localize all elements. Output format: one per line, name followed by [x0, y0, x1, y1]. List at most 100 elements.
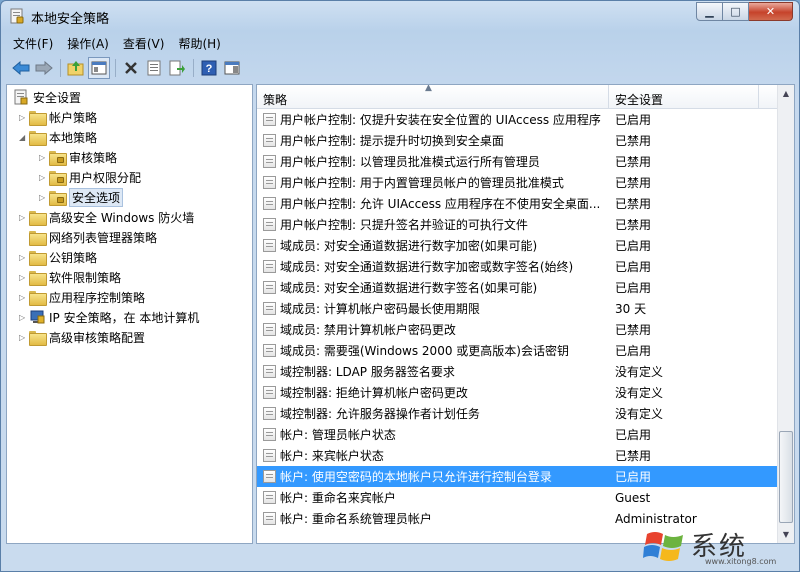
security-setting-value: 没有定义 [615, 365, 664, 379]
help-button[interactable]: ? [198, 57, 220, 79]
security-settings-icon [14, 89, 28, 105]
policy-icon [263, 512, 276, 525]
show-hide-tree-button[interactable] [88, 57, 110, 79]
tree-item-network-list-manager[interactable]: 网络列表管理器策略 [19, 227, 157, 247]
table-row[interactable]: 帐户: 使用空密码的本地帐户只允许进行控制台登录 已启用 [257, 466, 777, 487]
policy-cell: 域控制器: 允许服务器操作者计划任务 [257, 405, 609, 422]
expand-arrow-icon[interactable]: ▷ [19, 273, 29, 282]
expand-arrow-icon[interactable]: ▷ [39, 193, 49, 202]
list-header: ▲ 策略 安全设置 [257, 85, 777, 109]
security-setting-value: 已禁用 [615, 449, 652, 463]
close-button[interactable]: ✕ [749, 2, 793, 21]
menu-file[interactable]: 文件(F) [6, 33, 60, 53]
security-setting-value: 已禁用 [615, 323, 652, 337]
policy-cell: 帐户: 管理员帐户状态 [257, 426, 609, 443]
policy-cell: 帐户: 来宾帐户状态 [257, 447, 609, 464]
table-row[interactable]: 用户帐户控制: 仅提升安装在安全位置的 UIAccess 应用程序 已启用 [257, 109, 777, 130]
expand-arrow-icon[interactable]: ▷ [19, 313, 29, 322]
policy-name: 域成员: 对安全通道数据进行数字加密(如果可能) [280, 239, 538, 253]
security-setting-value: 没有定义 [615, 407, 664, 421]
menu-action[interactable]: 操作(A) [60, 33, 116, 53]
policy-icon [263, 113, 276, 126]
expand-arrow-icon[interactable]: ▷ [19, 113, 29, 122]
up-one-level-button[interactable] [65, 57, 87, 79]
tree-item-audit-policy[interactable]: ▷ 审核策略 [39, 147, 117, 167]
export-list-button[interactable] [166, 57, 188, 79]
table-row[interactable]: 域控制器: 允许服务器操作者计划任务 没有定义 [257, 403, 777, 424]
policy-cell: 用户帐户控制: 提示提升时切换到安全桌面 [257, 132, 609, 149]
security-setting-value: 已启用 [615, 470, 652, 484]
table-row[interactable]: 域成员: 需要强(Windows 2000 或更高版本)会话密钥 已启用 [257, 340, 777, 361]
expand-arrow-icon[interactable]: ▷ [19, 213, 29, 222]
expand-arrow-icon[interactable]: ▷ [19, 293, 29, 302]
tree-item-advanced-audit[interactable]: ▷ 高级审核策略配置 [19, 327, 145, 347]
tree-item-public-key-policies[interactable]: ▷ 公钥策略 [19, 247, 97, 267]
policy-cell: 域成员: 计算机帐户密码最长使用期限 [257, 300, 609, 317]
table-row[interactable]: 域成员: 对安全通道数据进行数字加密(如果可能) 已启用 [257, 235, 777, 256]
table-row[interactable]: 域控制器: 拒绝计算机帐户密码更改 没有定义 [257, 382, 777, 403]
show-hide-action-pane-button[interactable] [221, 57, 243, 79]
scroll-thumb[interactable] [779, 431, 793, 523]
expand-arrow-icon[interactable]: ▷ [39, 173, 49, 182]
tree-item-security-options[interactable]: ▷ 安全选项 [39, 187, 124, 207]
menu-help[interactable]: 帮助(H) [171, 33, 227, 53]
policy-cell: 域成员: 对安全通道数据进行数字加密(如果可能) [257, 237, 609, 254]
tree-item-advanced-firewall[interactable]: ▷ 高级安全 Windows 防火墙 [19, 207, 194, 227]
policy-name: 帐户: 来宾帐户状态 [280, 449, 384, 463]
back-button[interactable] [10, 57, 32, 79]
folder-icon [29, 230, 47, 246]
local-security-policy-window: 本地安全策略 ▁ □ ✕ 文件(F) 操作(A) 查看(V) 帮助(H) ? 安… [0, 0, 800, 572]
window-controls: ▁ □ ✕ [696, 2, 793, 21]
tree-item-local-policies[interactable]: ◢ 本地策略 [19, 127, 97, 147]
table-row[interactable]: 用户帐户控制: 允许 UIAccess 应用程序在不使用安全桌面... 已禁用 [257, 193, 777, 214]
security-setting-value: 已禁用 [615, 197, 652, 211]
folder-icon [29, 290, 47, 306]
svg-text:?: ? [206, 63, 213, 75]
table-row[interactable]: 域成员: 对安全通道数据进行数字签名(如果可能) 已启用 [257, 277, 777, 298]
maximize-button[interactable]: □ [723, 2, 749, 21]
policy-icon [263, 155, 276, 168]
table-row[interactable]: 帐户: 重命名来宾帐户 Guest [257, 487, 777, 508]
security-setting-value: 30 天 [615, 302, 647, 316]
table-row[interactable]: 帐户: 来宾帐户状态 已禁用 [257, 445, 777, 466]
tree-item-ip-security[interactable]: ▷ IP 安全策略，在 本地计算机 [19, 307, 199, 327]
vertical-scrollbar[interactable]: ▲ ▼ [777, 85, 794, 543]
tree-item-label: 网络列表管理器策略 [49, 230, 158, 245]
title-bar[interactable]: 本地安全策略 ▁ □ ✕ [1, 1, 799, 31]
close-icon: ✕ [765, 5, 776, 18]
column-header-setting[interactable]: 安全设置 [609, 85, 759, 109]
minimize-button[interactable]: ▁ [696, 2, 723, 21]
tree-item-label: 高级审核策略配置 [49, 330, 146, 345]
forward-arrow-icon [35, 61, 53, 75]
security-setting-value: 已启用 [615, 428, 652, 442]
tree-item-software-restriction[interactable]: ▷ 软件限制策略 [19, 267, 121, 287]
sort-ascending-icon: ▲ [425, 84, 432, 93]
table-row[interactable]: 域成员: 计算机帐户密码最长使用期限 30 天 [257, 298, 777, 319]
table-row[interactable]: 帐户: 管理员帐户状态 已启用 [257, 424, 777, 445]
table-row[interactable]: 用户帐户控制: 用于内置管理员帐户的管理员批准模式 已禁用 [257, 172, 777, 193]
policy-list: ▲ 策略 安全设置 用户帐户控制: 仅提升安装在安全位置的 UIAccess 应… [256, 84, 795, 544]
menu-view[interactable]: 查看(V) [116, 33, 172, 53]
table-row[interactable]: 用户帐户控制: 只提升签名并验证的可执行文件 已禁用 [257, 214, 777, 235]
table-row[interactable]: 用户帐户控制: 提示提升时切换到安全桌面 已禁用 [257, 130, 777, 151]
properties-button[interactable] [143, 57, 165, 79]
delete-button[interactable] [120, 57, 142, 79]
expand-arrow-icon[interactable]: ▷ [39, 153, 49, 162]
policy-icon [263, 239, 276, 252]
column-header-policy[interactable]: ▲ 策略 [257, 85, 609, 109]
expand-arrow-icon[interactable]: ▷ [19, 253, 29, 262]
collapse-arrow-icon[interactable]: ◢ [19, 133, 29, 142]
expand-arrow-icon[interactable]: ▷ [19, 333, 29, 342]
table-row[interactable]: 域成员: 对安全通道数据进行数字加密或数字签名(始终) 已启用 [257, 256, 777, 277]
policy-cell: 用户帐户控制: 用于内置管理员帐户的管理员批准模式 [257, 174, 609, 191]
tree-item-account-policies[interactable]: ▷ 帐户策略 [19, 107, 97, 127]
forward-button[interactable] [33, 57, 55, 79]
tree-root-security-settings[interactable]: 安全设置 [13, 87, 81, 107]
policy-icon [263, 134, 276, 147]
tree-item-application-control[interactable]: ▷ 应用程序控制策略 [19, 287, 145, 307]
tree-item-user-rights-assignment[interactable]: ▷ 用户权限分配 [39, 167, 141, 187]
table-row[interactable]: 域控制器: LDAP 服务器签名要求 没有定义 [257, 361, 777, 382]
table-row[interactable]: 域成员: 禁用计算机帐户密码更改 已禁用 [257, 319, 777, 340]
scroll-up-icon[interactable]: ▲ [778, 85, 794, 102]
table-row[interactable]: 用户帐户控制: 以管理员批准模式运行所有管理员 已禁用 [257, 151, 777, 172]
